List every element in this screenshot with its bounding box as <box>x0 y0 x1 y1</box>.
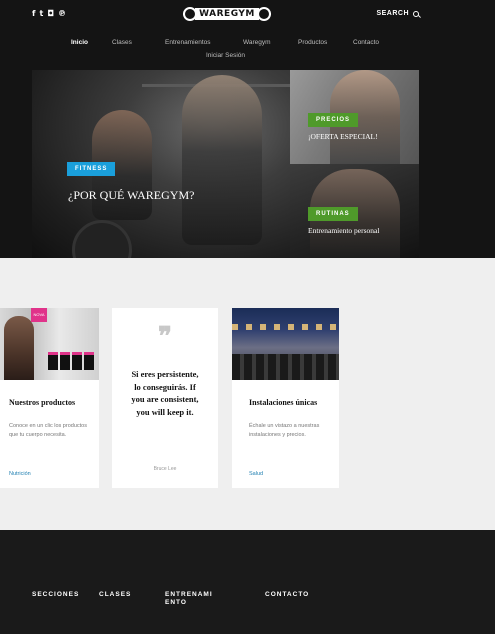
nav-item-inicio[interactable]: Inicio <box>71 39 88 46</box>
card-quote: ❞ Si eres persistente, lo conseguirás. I… <box>112 308 218 488</box>
card-facilities-text: Échale un vistazo a nuestras instalacion… <box>249 423 320 438</box>
products-image: NOVA <box>0 308 99 380</box>
footer-heading-secciones: SECCIONES <box>32 591 80 598</box>
site-logo[interactable]: WAREGYM <box>183 6 271 22</box>
gym-machines-image <box>232 354 339 380</box>
twitter-icon[interactable]: t <box>39 9 43 18</box>
quote-author: Bruce Lee <box>153 466 177 472</box>
quote-icon: ❞ <box>158 322 172 351</box>
card-products-title[interactable]: Nuestros productos <box>9 398 75 407</box>
logo-text: WAREGYM <box>195 8 259 20</box>
card-facilities[interactable]: Instalaciones únicas Échale un vistazo a… <box>232 308 339 488</box>
hero-routines-tag[interactable]: RUTINAS <box>308 207 358 221</box>
hero-side-feature-prices[interactable]: PRECIOS ¡OFERTA ESPECIAL! <box>290 70 419 164</box>
hero-main-tag[interactable]: FITNESS <box>67 162 116 176</box>
nav-item-productos[interactable]: Productos <box>298 39 327 46</box>
logo-plate-right <box>257 7 271 21</box>
instagram-icon[interactable]: ◘ <box>47 9 54 18</box>
card-facilities-title[interactable]: Instalaciones únicas <box>249 398 317 407</box>
hero-side-feature-routines[interactable]: RUTINAS Entrenamiento personal <box>290 164 419 258</box>
product-box <box>60 352 70 370</box>
hero-main-feature[interactable]: FITNESS ¿POR QUÉ WAREGYM? <box>32 70 290 258</box>
footer-heading-contacto: CONTACTO <box>265 591 310 598</box>
footer-heading-clases: CLASES <box>99 591 132 598</box>
search-icon <box>413 10 419 17</box>
pinterest-icon[interactable]: ℗ <box>58 9 66 18</box>
card-products[interactable]: NOVA Nuestros productos Conoce en un cli… <box>0 308 99 488</box>
search-button[interactable]: SEARCH <box>376 10 419 17</box>
nav-item-entrenamientos[interactable]: Entrenamientos <box>165 39 211 46</box>
site-header: f t ◘ ℗ WAREGYM SEARCH Inicio Clases Ent… <box>0 0 495 258</box>
product-box <box>48 352 58 370</box>
nav-item-contacto[interactable]: Contacto <box>353 39 379 46</box>
social-links: f t ◘ ℗ <box>32 9 66 18</box>
product-box <box>72 352 82 370</box>
hero-prices-title[interactable]: ¡OFERTA ESPECIAL! <box>308 132 378 141</box>
product-box <box>84 352 94 370</box>
hero-prices-tag[interactable]: PRECIOS <box>308 113 359 127</box>
search-label: SEARCH <box>376 10 409 17</box>
site-footer: SECCIONES CLASES ENTRENAMI ENTO CONTACTO <box>0 530 495 634</box>
card-products-category-link[interactable]: Nutrición <box>9 471 31 477</box>
hero-routines-title[interactable]: Entrenamiento personal <box>308 226 379 235</box>
card-products-text: Conoce en un clic los productos que tu c… <box>9 423 87 438</box>
gym-lights-image <box>232 324 339 330</box>
footer-heading-entrenamiento: ENTRENAMI ENTO <box>165 591 213 606</box>
card-facilities-category-link[interactable]: Salud <box>249 471 263 477</box>
hero-plate-image <box>72 220 132 258</box>
gym-facilities-image <box>232 308 339 380</box>
facebook-icon[interactable]: f <box>32 9 35 18</box>
nav-item-waregym[interactable]: Waregym <box>243 39 271 46</box>
hero-main-title[interactable]: ¿POR QUÉ WAREGYM? <box>68 188 194 203</box>
nav-item-clases[interactable]: Clases <box>112 39 132 46</box>
hero-man-image <box>182 75 262 245</box>
nav-item-iniciar-sesion[interactable]: Iniciar Sesión <box>206 52 245 59</box>
nova-badge: NOVA <box>31 308 47 322</box>
quote-text: Si eres persistente, lo conseguirás. If … <box>131 369 199 417</box>
products-model-image <box>4 316 34 380</box>
